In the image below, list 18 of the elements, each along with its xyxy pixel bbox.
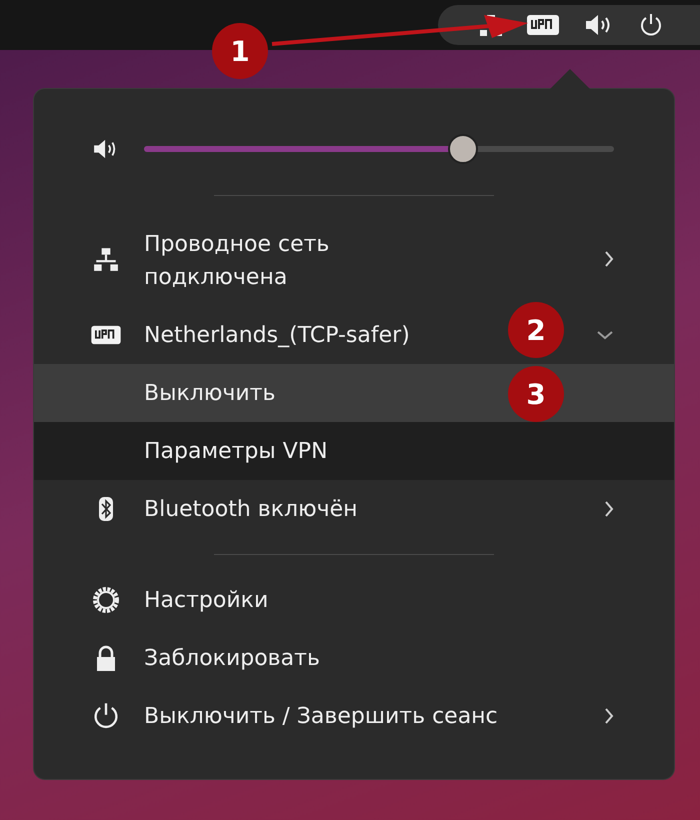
menu-label: Netherlands_(TCP-safer) <box>144 322 410 350</box>
vpn-icon <box>526 13 560 37</box>
system-tray[interactable] <box>438 5 700 45</box>
vpn-icon <box>90 324 122 346</box>
gear-icon <box>90 585 122 615</box>
submenu-item[interactable]: Параметры VPN <box>34 422 674 480</box>
volume-slider[interactable] <box>144 133 614 165</box>
menu-item[interactable]: Настройки <box>34 571 674 629</box>
step-number-badge: 1 <box>212 23 268 79</box>
menu-label: Проводное сеть подключена <box>144 231 330 292</box>
menu-item[interactable]: Выключить / Завершить сеанс <box>34 687 674 745</box>
menu-label: Выключить / Завершить сеанс <box>144 702 498 730</box>
menu-label: Заблокировать <box>144 644 320 672</box>
bluetooth-menu-item[interactable]: Bluetooth включён <box>34 480 674 538</box>
power-icon <box>638 12 664 38</box>
menu-item[interactable]: Заблокировать <box>34 629 674 687</box>
menu-label: Bluetooth включён <box>144 496 358 524</box>
menu-label: Настройки <box>144 586 268 614</box>
